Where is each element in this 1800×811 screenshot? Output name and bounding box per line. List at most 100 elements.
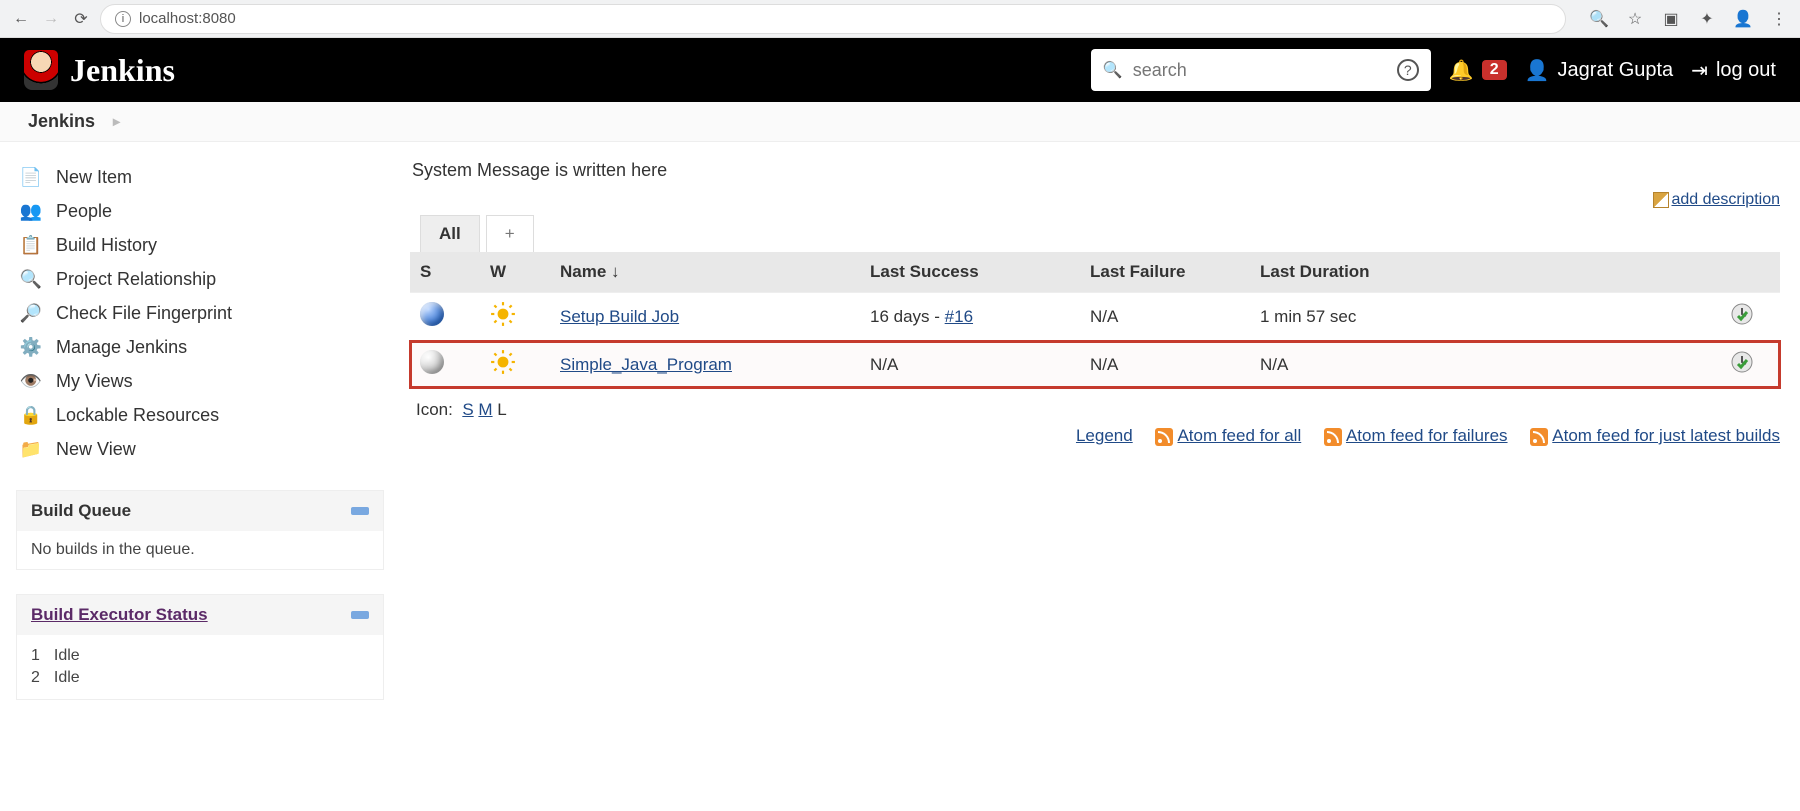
jobs-table: S W Name ↓ Last Success Last Failure Las… <box>410 252 1780 388</box>
schedule-build-icon[interactable] <box>1730 311 1754 330</box>
rss-icon <box>1155 428 1173 446</box>
last-success: 16 days - <box>870 307 945 326</box>
sidebar-item-check-file-fingerprint[interactable]: 🔎Check File Fingerprint <box>16 296 384 330</box>
col-weather[interactable]: W <box>480 252 550 293</box>
sidebar-item-manage-jenkins[interactable]: ⚙️Manage Jenkins <box>16 330 384 364</box>
sidebar-item-lockable-resources[interactable]: 🔒 Lockable Resources <box>16 398 384 432</box>
sidebar-item-label: Lockable Resources <box>56 405 219 426</box>
breadcrumb-root[interactable]: Jenkins <box>28 111 95 132</box>
sidebar-item-new-view[interactable]: 📁New View <box>16 432 384 466</box>
executor-row: 1 Idle <box>31 645 369 667</box>
back-button[interactable]: ← <box>10 8 32 30</box>
user-menu[interactable]: 👤 Jagrat Gupta <box>1525 58 1674 83</box>
col-name[interactable]: Name ↓ <box>550 252 860 293</box>
jenkins-logo-icon <box>24 50 58 90</box>
job-link[interactable]: Simple_Java_Program <box>560 355 732 374</box>
build-queue-panel: Build Queue No builds in the queue. <box>16 490 384 570</box>
reload-button[interactable]: ⟳ <box>70 8 92 30</box>
schedule-build-icon[interactable] <box>1730 359 1754 378</box>
table-row: Simple_Java_Program N/A N/A N/A <box>410 341 1780 389</box>
shield-icon[interactable]: ▣ <box>1660 8 1682 30</box>
help-icon[interactable]: ? <box>1397 59 1419 81</box>
col-last-duration[interactable]: Last Duration <box>1250 252 1720 293</box>
sidebar-item-label: New Item <box>56 167 132 188</box>
atom-failures-link[interactable]: Atom feed for failures <box>1346 426 1508 445</box>
icon-size-label: Icon: <box>416 400 453 419</box>
search-input[interactable] <box>1133 60 1387 81</box>
sidebar-item-new-item[interactable]: 📄 New Item <box>16 160 384 194</box>
notifications-button[interactable]: 🔔 2 <box>1449 58 1507 83</box>
col-last-failure[interactable]: Last Failure <box>1080 252 1250 293</box>
collapse-icon[interactable] <box>351 611 369 619</box>
atom-latest-link[interactable]: Atom feed for just latest builds <box>1552 426 1780 445</box>
kebab-menu-icon[interactable]: ⋮ <box>1768 8 1790 30</box>
people-icon: 👥 <box>20 200 42 222</box>
sidebar: 📄 New Item 👥 People 📋Build History🔍Project R… <box>0 142 400 718</box>
logout-button[interactable]: ⇥ log out <box>1691 58 1776 83</box>
weather-sun-icon <box>490 312 516 331</box>
main-panel: System Message is written here add descr… <box>400 142 1800 718</box>
build-link[interactable]: #16 <box>945 307 973 326</box>
executor-state: Idle <box>54 669 80 687</box>
legend-link[interactable]: Legend <box>1076 426 1133 445</box>
job-link[interactable]: Setup Build Job <box>560 307 679 326</box>
executor-num: 1 <box>31 647 40 665</box>
rss-icon <box>1324 428 1342 446</box>
address-bar[interactable]: i localhost:8080 <box>100 4 1566 34</box>
tab-all[interactable]: All <box>420 215 480 252</box>
build-executor-title[interactable]: Build Executor Status <box>31 605 208 625</box>
forward-button[interactable]: → <box>40 8 62 30</box>
new-item-icon: 📄 <box>20 166 42 188</box>
build-executor-panel: Build Executor Status 1 Idle 2 Idle <box>16 594 384 700</box>
extensions-icon[interactable]: ✦ <box>1696 8 1718 30</box>
breadcrumb: Jenkins ▸ <box>0 102 1800 142</box>
new-view-icon: 📁 <box>20 438 42 460</box>
sidebar-item-label: Manage Jenkins <box>56 337 187 358</box>
search-box[interactable]: 🔍 ? <box>1091 49 1431 91</box>
user-icon: 👤 <box>1525 58 1550 83</box>
sidebar-item-label: Check File Fingerprint <box>56 303 232 324</box>
status-ball-icon <box>420 350 444 374</box>
jenkins-logo[interactable]: Jenkins <box>24 50 175 90</box>
lockable-resources-icon: 🔒 <box>20 404 42 426</box>
collapse-icon[interactable] <box>351 507 369 515</box>
last-duration: 1 min 57 sec <box>1250 293 1720 341</box>
atom-all-link[interactable]: Atom feed for all <box>1177 426 1301 445</box>
icon-size-s[interactable]: S <box>462 400 473 419</box>
icon-size-m[interactable]: M <box>478 400 492 419</box>
my-views-icon: 👁️ <box>20 370 42 392</box>
sidebar-item-project-relationship[interactable]: 🔍Project Relationship <box>16 262 384 296</box>
tab-new-view[interactable]: + <box>486 215 534 252</box>
status-ball-icon <box>420 302 444 326</box>
last-duration: N/A <box>1250 341 1720 389</box>
project-relationship-icon: 🔍 <box>20 268 42 290</box>
executor-state: Idle <box>54 647 80 665</box>
col-last-success[interactable]: Last Success <box>860 252 1080 293</box>
star-icon[interactable]: ☆ <box>1624 8 1646 30</box>
sidebar-item-people[interactable]: 👥 People <box>16 194 384 228</box>
executor-num: 2 <box>31 669 40 687</box>
add-description-link[interactable]: add description <box>1671 191 1780 208</box>
url-text: localhost:8080 <box>139 10 236 27</box>
rss-icon <box>1530 428 1548 446</box>
last-failure: N/A <box>1080 341 1250 389</box>
site-info-icon[interactable]: i <box>115 11 131 27</box>
sidebar-item-label: Build History <box>56 235 157 256</box>
bell-icon: 🔔 <box>1449 58 1474 83</box>
app-header: Jenkins 🔍 ? 🔔 2 👤 Jagrat Gupta ⇥ log out <box>0 38 1800 102</box>
table-row: Setup Build Job 16 days - #16 N/A 1 min … <box>410 293 1780 341</box>
browser-search-icon[interactable]: 🔍 <box>1588 8 1610 30</box>
feeds-row: Legend Atom feed for all Atom feed for f… <box>410 426 1780 446</box>
sidebar-item-label: People <box>56 201 112 222</box>
weather-sun-icon <box>490 360 516 379</box>
col-status[interactable]: S <box>410 252 480 293</box>
executor-row: 2 Idle <box>31 667 369 689</box>
sidebar-item-build-history[interactable]: 📋Build History <box>16 228 384 262</box>
system-message: System Message is written here <box>410 156 1780 191</box>
logout-icon: ⇥ <box>1691 58 1708 83</box>
last-failure: N/A <box>1080 293 1250 341</box>
build-queue-empty: No builds in the queue. <box>31 541 195 558</box>
search-icon: 🔍 <box>1103 60 1123 80</box>
profile-icon[interactable]: 👤 <box>1732 8 1754 30</box>
sidebar-item-my-views[interactable]: 👁️My Views <box>16 364 384 398</box>
